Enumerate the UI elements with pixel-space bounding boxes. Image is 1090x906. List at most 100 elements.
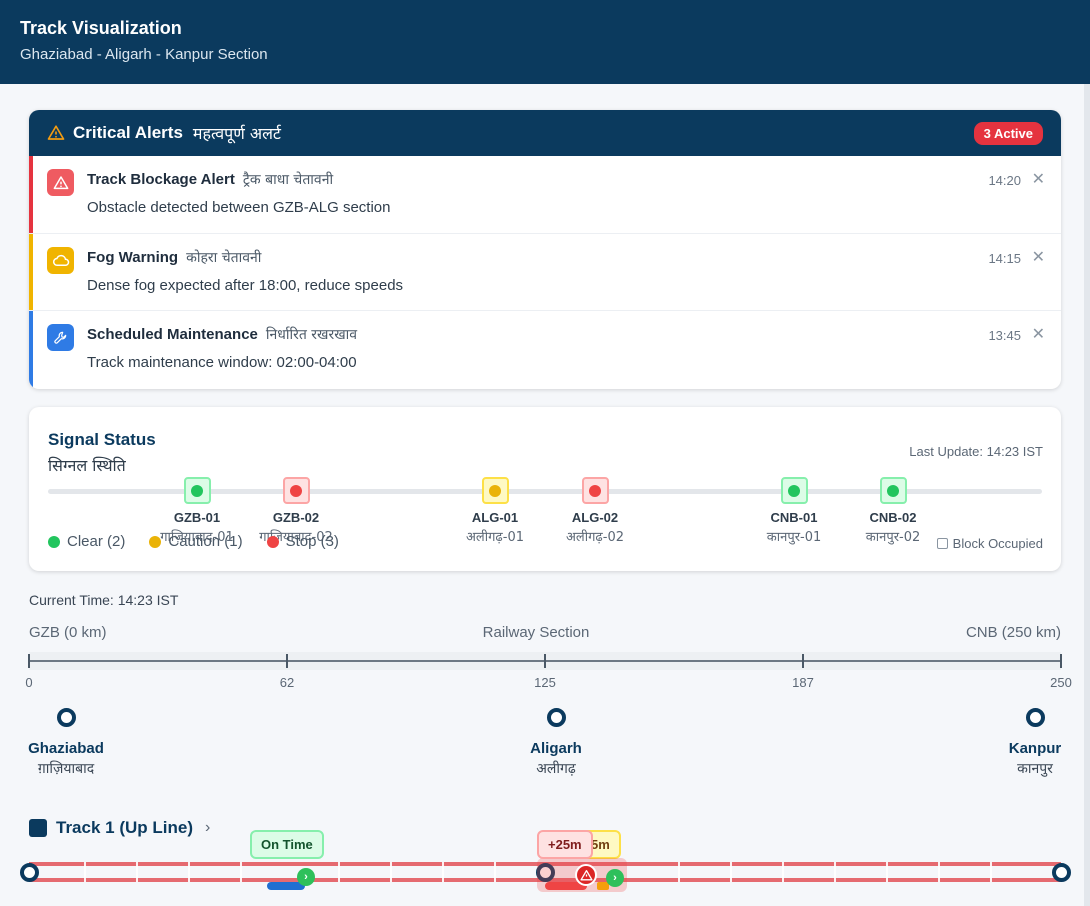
close-icon[interactable]: ✕ <box>1032 169 1045 189</box>
wrench-icon <box>47 324 74 351</box>
signal-code: GZB-02 <box>272 510 320 525</box>
track-sleeper <box>678 862 680 882</box>
signal-light-clear <box>191 484 203 497</box>
alert-message: Track maintenance window: 02:00-04:00 <box>87 354 357 371</box>
track-sleeper <box>84 862 86 882</box>
track-sleeper <box>782 862 784 882</box>
chevron-right-icon[interactable]: › <box>205 819 210 837</box>
signal-alg-01[interactable]: ALG-01 अलीगढ़-01 <box>445 477 545 545</box>
track-sleeper <box>834 862 836 882</box>
alert-item-scheduled-maintenance[interactable]: Scheduled Maintenance निर्धारित रखरखाव Tr… <box>29 311 1061 389</box>
alert-title-hindi: ट्रैक बाधा चेतावनी <box>242 172 334 188</box>
signal-status-title-hindi: सिग्नल स्थिति <box>48 456 126 475</box>
track-sleeper <box>442 862 444 882</box>
alert-message: Obstacle detected between GZB-ALG sectio… <box>87 199 391 216</box>
signal-name-hindi: कानपुर-02 <box>865 530 921 545</box>
alert-severity-bar <box>29 233 33 310</box>
alerts-header: Critical Alerts महत्वपूर्ण अलर्ट 3 Activ… <box>29 110 1061 156</box>
track-sleeper <box>240 862 242 882</box>
close-icon[interactable]: ✕ <box>1032 324 1045 344</box>
track-sleeper <box>886 862 888 882</box>
signal-code: CNB-01 <box>770 510 818 525</box>
track-sleeper <box>730 862 732 882</box>
legend-caution: Caution (1) <box>149 533 243 550</box>
scale-end-label: CNB (250 km) <box>965 624 1061 641</box>
warning-triangle-icon <box>47 169 74 196</box>
signal-status-title: Signal Status <box>48 430 156 449</box>
legend-stop: Stop (3) <box>266 533 339 550</box>
ruler-tick-label: 125 <box>534 675 556 690</box>
alerts-title: Critical Alerts <box>73 123 183 142</box>
page-subtitle: Ghaziabad - Aligarh - Kanpur Section <box>20 46 268 63</box>
station-name: Aligarh <box>530 740 582 757</box>
station-marker <box>56 708 76 727</box>
alerts-title-hindi: महत्वपूर्ण अलर्ट <box>192 124 281 143</box>
station-marker <box>546 708 566 727</box>
signal-cnb-02[interactable]: CNB-02 कानपुर-02 <box>843 477 943 545</box>
ruler-tick-label: 0 <box>25 675 33 690</box>
station-name: Kanpur <box>1008 740 1062 757</box>
station-name-hindi: अलीगढ़ <box>536 761 576 777</box>
station-name: Ghaziabad <box>28 740 104 757</box>
signal-light-caution <box>489 484 501 497</box>
alert-title-hindi: कोहरा चेतावनी <box>186 249 262 266</box>
signal-name-hindi: अलीगढ़-02 <box>566 530 624 545</box>
scale-start-label: GZB (0 km) <box>29 624 107 641</box>
alert-severity-bar <box>29 311 33 389</box>
signal-code: ALG-01 <box>471 510 519 525</box>
track-sleeper <box>188 862 190 882</box>
track-sleeper <box>990 862 992 882</box>
alert-title: Fog Warning <box>87 248 179 266</box>
track-start-node[interactable] <box>19 863 39 882</box>
train-status-on-time[interactable]: On Time <box>250 830 324 859</box>
ruler-tick <box>28 654 30 668</box>
ruler-tick <box>286 654 288 668</box>
cloud-icon <box>47 246 74 274</box>
station-kanpur[interactable]: Kanpur कानपुर <box>975 708 1090 778</box>
close-icon[interactable]: ✕ <box>1032 247 1045 267</box>
ruler-tick-label: 62 <box>279 675 295 690</box>
obstacle-warning-icon[interactable] <box>575 864 597 886</box>
signal-cnb-01[interactable]: CNB-01 कानपुर-01 <box>744 477 844 545</box>
alert-time: 14:15 <box>988 250 1021 266</box>
alert-title: Scheduled Maintenance <box>87 326 258 343</box>
active-count-badge: 3 Active <box>973 121 1043 145</box>
track-title: Track 1 (Up Line) <box>56 818 193 837</box>
alert-title-hindi: निर्धारित रखरखाव <box>265 327 358 343</box>
block-occupied-legend: Block Occupied <box>936 536 1043 551</box>
track-sleeper <box>390 862 392 882</box>
track-sleeper <box>938 862 940 882</box>
train-direction-icon: › <box>297 868 315 886</box>
station-ghaziabad[interactable]: Ghaziabad ग़ाज़ियाबाद <box>6 708 126 778</box>
signal-name-hindi: कानपुर-01 <box>766 530 822 545</box>
signal-code: ALG-02 <box>571 510 619 525</box>
alert-severity-bar <box>29 156 33 233</box>
station-marker <box>1025 708 1045 727</box>
track-sleeper <box>338 862 340 882</box>
track-sleeper <box>136 862 138 882</box>
alert-item-fog-warning[interactable]: Fog Warning कोहरा चेतावनी Dense fog expec… <box>29 233 1061 311</box>
last-update: Last Update: 14:23 IST <box>909 444 1043 459</box>
alert-item-track-blockage[interactable]: Track Blockage Alert ट्रैक बाधा चेतावनी O… <box>29 156 1061 234</box>
alert-title: Track Blockage Alert <box>87 171 235 188</box>
track-color-swatch <box>29 819 47 837</box>
track-sleeper <box>494 862 496 882</box>
signal-light-clear <box>788 484 800 497</box>
station-aligarh[interactable]: Aligarh अलीगढ़ <box>496 708 616 778</box>
station-name-hindi: ग़ाज़ियाबाद <box>37 761 95 777</box>
app-header: Track Visualization Ghaziabad - Aligarh … <box>0 0 1090 84</box>
train-delay-tag[interactable]: +25m <box>537 830 593 859</box>
train-direction-icon: › <box>606 869 624 887</box>
page-title: Track Visualization <box>20 18 182 38</box>
alert-time: 13:45 <box>988 328 1021 343</box>
signal-status-panel: Signal Status सिग्नल स्थिति Last Update:… <box>29 407 1061 571</box>
page-scrollbar[interactable] <box>1084 84 1090 906</box>
ruler-tick <box>544 654 546 668</box>
track-end-node[interactable] <box>1051 863 1071 882</box>
signal-alg-02[interactable]: ALG-02 अलीगढ़-02 <box>545 477 645 545</box>
signal-code: CNB-02 <box>869 510 917 525</box>
track-header[interactable]: Track 1 (Up Line) › <box>29 818 210 838</box>
block-occupied-label: Block Occupied <box>952 536 1043 551</box>
block-occupied-swatch <box>936 538 948 549</box>
alert-time: 14:20 <box>988 173 1021 188</box>
